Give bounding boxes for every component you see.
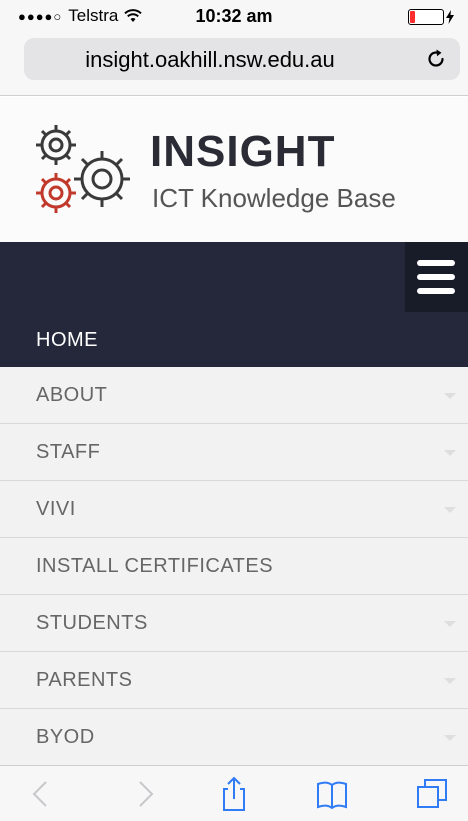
menu-item-label: STUDENTS	[36, 612, 148, 634]
battery-indicator	[408, 9, 454, 25]
site-title[interactable]: INSIGHT	[150, 127, 335, 177]
menu-item-home[interactable]: HOME	[0, 312, 468, 367]
forward-icon[interactable]	[126, 776, 162, 812]
browser-address-area: insight.oakhill.nsw.edu.au	[0, 34, 468, 96]
chevron-down-icon[interactable]	[444, 507, 456, 513]
chevron-down-icon[interactable]	[444, 621, 456, 627]
site-header: INSIGHT ICT Knowledge Base	[0, 97, 468, 242]
battery-icon	[408, 9, 444, 25]
share-icon[interactable]	[216, 776, 252, 812]
menu-item-label: BYOD	[36, 726, 95, 748]
url-text[interactable]: insight.oakhill.nsw.edu.au	[24, 47, 396, 73]
status-time: 10:32 am	[195, 6, 273, 26]
gears-icon[interactable]	[30, 119, 142, 219]
hamburger-line	[417, 288, 455, 294]
nav-menu: HOME ABOUT STAFF VIVI INSTALL CERTIFICAT…	[0, 312, 468, 766]
menu-item-label: HOME	[36, 329, 98, 351]
hamburger-icon[interactable]	[405, 242, 468, 312]
menu-item-students[interactable]: STUDENTS	[0, 595, 468, 652]
menu-item-label: VIVI	[36, 498, 76, 520]
menu-item-parents[interactable]: PARENTS	[0, 652, 468, 709]
chevron-down-icon[interactable]	[444, 678, 456, 684]
browser-toolbar	[0, 765, 468, 821]
chevron-down-icon[interactable]	[444, 393, 456, 399]
chevron-down-icon[interactable]	[444, 735, 456, 741]
menu-item-byod[interactable]: BYOD	[0, 709, 468, 766]
bookmarks-icon[interactable]	[314, 776, 350, 812]
status-bar: ●●●●○ Telstra 10:32 am	[0, 0, 468, 34]
menu-item-label: INSTALL CERTIFICATES	[36, 555, 274, 577]
site-subtitle: ICT Knowledge Base	[152, 183, 396, 213]
menu-item-about[interactable]: ABOUT	[0, 367, 468, 424]
hamburger-line	[417, 274, 455, 280]
hamburger-line	[417, 260, 455, 266]
charging-icon	[446, 10, 454, 24]
reload-icon[interactable]	[424, 47, 448, 71]
battery-level	[410, 11, 415, 23]
menu-item-label: ABOUT	[36, 384, 108, 406]
nav-bar	[0, 242, 468, 312]
chevron-down-icon[interactable]	[444, 450, 456, 456]
menu-item-vivi[interactable]: VIVI	[0, 481, 468, 538]
back-icon[interactable]	[24, 776, 60, 812]
tabs-icon[interactable]	[414, 776, 450, 812]
menu-item-label: STAFF	[36, 441, 101, 463]
address-bar[interactable]: insight.oakhill.nsw.edu.au	[24, 38, 460, 80]
menu-item-install-certificates[interactable]: INSTALL CERTIFICATES	[0, 538, 468, 595]
menu-item-label: PARENTS	[36, 669, 133, 691]
menu-item-staff[interactable]: STAFF	[0, 424, 468, 481]
